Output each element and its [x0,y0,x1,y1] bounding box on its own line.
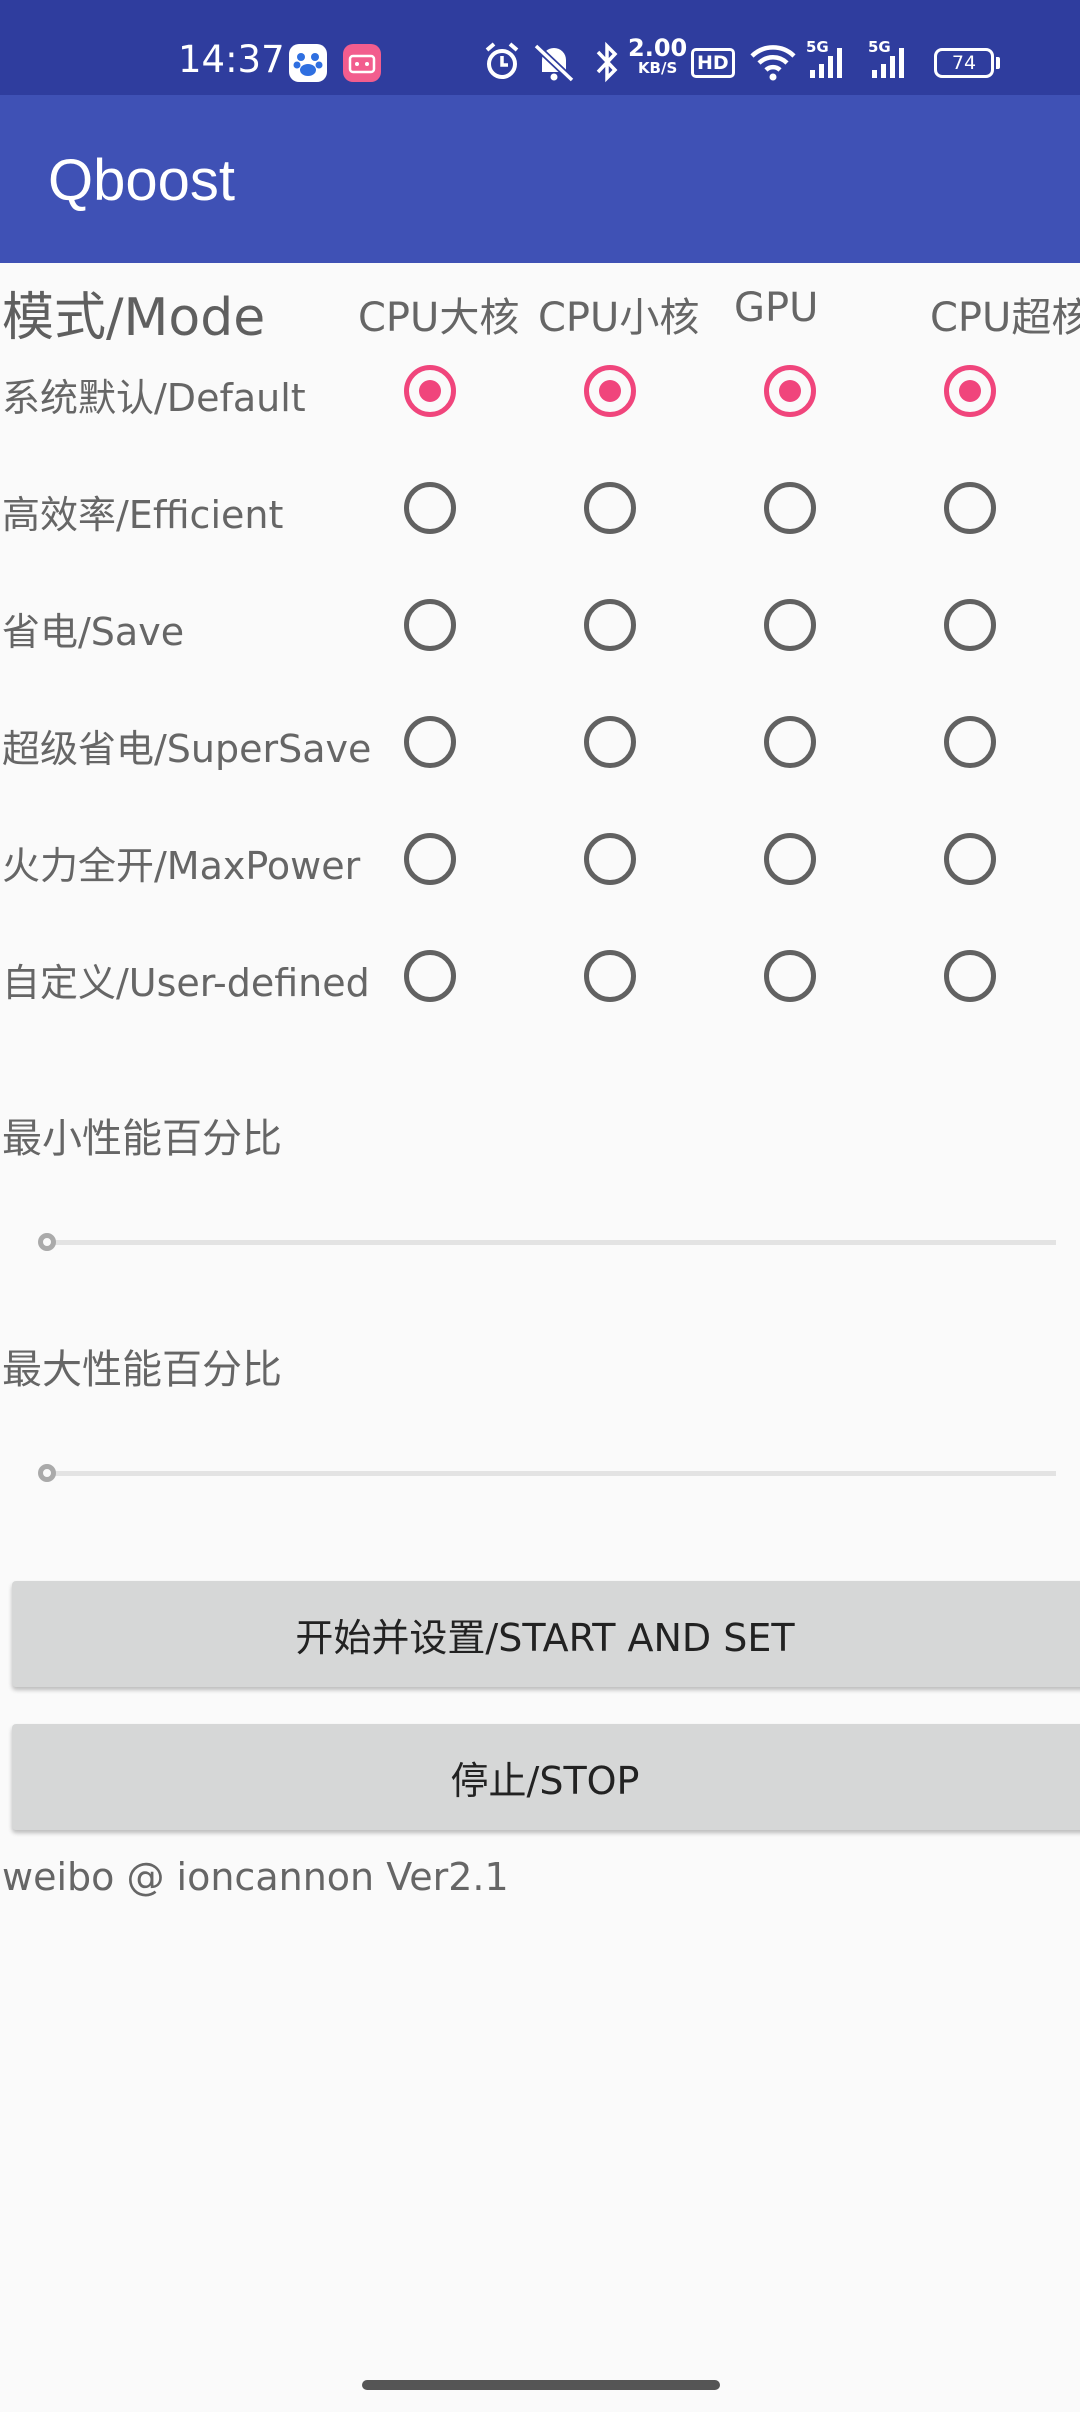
radio-supersave-gpu[interactable] [764,716,816,768]
radio-efficient-cpu-prime[interactable] [944,482,996,534]
mode-row-label: 系统默认/Default [2,376,306,420]
mode-row-label: 超级省电/SuperSave [2,727,372,771]
mode-row-save: 省电/Save [0,579,1080,679]
radio-supersave-cpu-prime[interactable] [944,716,996,768]
version-text: weibo @ ioncannon Ver2.1 [2,1855,509,1899]
column-header-gpu: GPU [734,285,819,331]
radio-maxpower-cpu-prime[interactable] [944,833,996,885]
radio-save-cpu-prime[interactable] [944,599,996,651]
mode-row-label: 高效率/Efficient [2,493,284,537]
mode-row-default: 系统默认/Default [0,345,1080,445]
hd-icon: HD [691,48,735,78]
mode-row-label: 火力全开/MaxPower [2,844,361,888]
gesture-navigation-bar[interactable] [362,2380,720,2390]
radio-maxpower-cpu-little[interactable] [584,833,636,885]
battery-tip [996,57,1000,69]
radio-maxpower-gpu[interactable] [764,833,816,885]
column-header-cpu-big: CPU大核 [358,295,520,341]
app-bar: Qboost [0,95,1080,263]
max-performance-track[interactable] [46,1471,1056,1476]
radio-save-cpu-little[interactable] [584,599,636,651]
network-speed: 2.00 KB/S [628,34,688,77]
alarm-icon [482,40,522,88]
status-time: 14:37 [178,38,285,81]
radio-save-gpu[interactable] [764,599,816,651]
radio-default-cpu-prime[interactable] [944,365,996,417]
mode-row-label: 省电/Save [2,610,185,654]
radio-user-defined-cpu-big[interactable] [404,950,456,1002]
stop-button[interactable]: 停止/STOP [12,1724,1080,1830]
radio-supersave-cpu-big[interactable] [404,716,456,768]
min-performance-slider-thumb[interactable] [38,1233,56,1251]
battery-icon: 74 [934,48,994,78]
mode-row-label: 自定义/User-defined [2,961,370,1005]
mode-grid-header: 模式/Mode CPU大核 CPU小核 GPU CPU超核 [0,275,1080,348]
radio-default-gpu[interactable] [764,365,816,417]
min-performance-track[interactable] [46,1240,1056,1245]
baidu-app-icon [289,44,327,82]
wifi-icon [748,40,798,88]
start-and-set-button[interactable]: 开始并设置/START AND SET [12,1581,1080,1687]
mode-row-user-defined: 自定义/User-defined [0,930,1080,1030]
mode-header: 模式/Mode [2,288,266,348]
radio-default-cpu-big[interactable] [404,365,456,417]
radio-user-defined-cpu-prime[interactable] [944,950,996,1002]
mode-row-supersave: 超级省电/SuperSave [0,696,1080,796]
app-title: Qboost [48,148,235,213]
bluetooth-icon [594,40,620,88]
column-header-cpu-little: CPU小核 [538,295,700,341]
signal-icon: 5G [868,38,918,88]
bilibili-app-icon [343,44,381,82]
radio-efficient-gpu[interactable] [764,482,816,534]
radio-maxpower-cpu-big[interactable] [404,833,456,885]
signal-icon: 5G [806,38,856,88]
status-bar: 14:37 2.00 KB/S HD 5G 5G 74 [0,0,1080,95]
radio-save-cpu-big[interactable] [404,599,456,651]
radio-user-defined-gpu[interactable] [764,950,816,1002]
min-performance-label: 最小性能百分比 [2,1116,282,1162]
radio-default-cpu-little[interactable] [584,365,636,417]
radio-efficient-cpu-little[interactable] [584,482,636,534]
radio-user-defined-cpu-little[interactable] [584,950,636,1002]
radio-supersave-cpu-little[interactable] [584,716,636,768]
mute-icon [530,40,578,88]
max-performance-label: 最大性能百分比 [2,1347,282,1393]
radio-efficient-cpu-big[interactable] [404,482,456,534]
max-performance-slider-thumb[interactable] [38,1464,56,1482]
mode-row-maxpower: 火力全开/MaxPower [0,813,1080,913]
column-header-cpu-prime: CPU超核 [930,295,1080,341]
mode-row-efficient: 高效率/Efficient [0,462,1080,562]
